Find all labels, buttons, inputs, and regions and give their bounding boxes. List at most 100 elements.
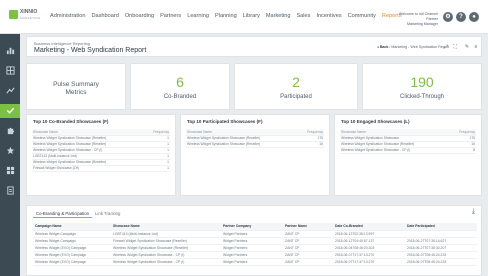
showcase-name-cell: Wireless Widget Syndication Showcase - C… [340, 147, 451, 154]
column-header[interactable]: Date Co-Branded [333, 223, 405, 231]
user-avatar-icon[interactable]: ● [469, 12, 479, 22]
user-line-1: Welcome to Intl Channel Partner [398, 12, 438, 21]
top-bar: XINNIO MARKETING Administration Dashboard… [0, 0, 488, 34]
export-icon[interactable]: ⤢ [442, 44, 450, 51]
top-engaged-panel: Top 10 Engaged Showcases (L) Showcase Nam… [334, 114, 482, 196]
star-icon [6, 146, 15, 157]
page-title: Marketing - Web Syndication Report [34, 47, 147, 54]
frequency-cell: 1 [143, 165, 170, 172]
sidebar-item-puzzle[interactable] [0, 124, 20, 138]
table-cell: ZANT CP [283, 258, 333, 266]
sidebar-item-line-chart[interactable] [0, 84, 20, 98]
tab-link-tracking[interactable]: Link Tracking [92, 210, 123, 218]
table-cell [405, 230, 477, 238]
showcase-name-cell: Wireless Widget Syndication Showcase (Re… [186, 141, 298, 148]
report-icon [6, 185, 15, 197]
sidebar-item-star[interactable] [0, 144, 20, 158]
nav-item-onboarding[interactable]: Onboarding [125, 13, 154, 19]
table-cell: Wireless Widget (EVO) Campaign [33, 251, 111, 259]
table-cell: Wireless Widget Campaign [33, 237, 111, 245]
sidebar-item-grid[interactable] [0, 64, 20, 78]
table-row[interactable]: Wireless Widget (EVO) Campaign Wireless W… [33, 244, 477, 252]
table-row[interactable]: Wireless Widget (EVO) Campaign Wireless W… [33, 251, 477, 259]
frequency-cell: 15 [297, 141, 324, 148]
menu-icon[interactable]: ≡ [472, 44, 480, 51]
detail-section: Co-Branding & Participation Link Tracking… [26, 205, 482, 276]
tab-co-branding-participation[interactable]: Co-Branding & Participation [33, 210, 93, 218]
table-cell: 2018-06-07T08:45:24.233 [405, 251, 477, 259]
table-row[interactable]: Wireless Widget Campaign Firewall Widget … [33, 237, 477, 245]
dashboard-icon [6, 166, 15, 177]
table-row[interactable]: Wireless Widget Syndication Showcase (Re… [186, 141, 324, 148]
table-row[interactable]: Wireless Widget Syndication Showcase - C… [340, 147, 476, 154]
sidebar-item-report[interactable] [0, 184, 20, 198]
table-cell: 2018-06-07T08:45:24.233 [405, 258, 477, 266]
back-path: / Marketing - Web Syndication Report [389, 45, 450, 49]
table-cell: ZANT CP [283, 251, 333, 259]
sidebar-item-chart[interactable] [0, 44, 20, 58]
panel-table: Showcase Name Frequency Wireless Widget Sy… [340, 129, 476, 154]
metric-label: Clicked-Through [399, 94, 445, 100]
detail-table: Campaign Name Showcase Name Partner Compan… [33, 223, 477, 266]
sidebar [0, 34, 20, 276]
expand-icon[interactable]: ⛶ [451, 44, 459, 51]
metric-value: 2 [292, 74, 300, 90]
column-header[interactable]: Campaign Name [33, 223, 111, 231]
panel-table: Showcase Name Frequency Wireless Widget Sy… [32, 129, 170, 172]
nav-item-partners[interactable]: Partners [160, 13, 181, 19]
table-cell: Wireless Widget Syndication Showcase (Re… [111, 244, 221, 252]
back-link[interactable]: ◂ Back / Marketing - Web Syndication Rep… [377, 45, 449, 49]
table-cell: Widget Partners [221, 251, 283, 259]
nav-item-dashboard[interactable]: Dashboard [91, 13, 118, 19]
detail-tabs: Co-Branding & Participation Link Tracking [33, 210, 123, 218]
panel-title: Top 10 Participated Showcases (F) [187, 119, 263, 124]
table-cell: Widget Partners [221, 244, 283, 252]
column-header[interactable]: Partner Company [221, 223, 283, 231]
logo-subtext: MARKETING [20, 16, 41, 20]
table-row[interactable]: Wireless Widget (EVO) Campaign Wireless W… [33, 258, 477, 266]
metric-clicked-through: 190 Clicked-Through [362, 63, 482, 110]
sidebar-item-dashboard[interactable] [0, 164, 20, 178]
logo[interactable]: XINNIO MARKETING [9, 10, 41, 24]
chart-icon [6, 46, 15, 57]
top-co-branded-panel: Top 10 Co-Branded Showcases (F) Showcase … [26, 114, 176, 196]
panel-table: Showcase Name Frequency Wireless Widget Sy… [186, 129, 324, 148]
table-cell: ZANT CP [283, 237, 333, 245]
table-cell: Wireless Widget (EVO) Campaign [33, 244, 111, 252]
line-chart-icon [5, 86, 15, 97]
nav-item-incentives[interactable]: Incentives [316, 13, 341, 19]
nav-item-planning[interactable]: Planning [215, 13, 237, 19]
metric-label: Participated [280, 94, 312, 100]
nav-item-community[interactable]: Community [348, 13, 376, 19]
nav-item-marketing[interactable]: Marketing [266, 13, 291, 19]
nav-item-library[interactable]: Library [243, 13, 260, 19]
nav-item-learning[interactable]: Learning [187, 13, 209, 19]
table-cell: 2018-06-13T02:35:13.997 [333, 230, 405, 238]
metric-value: 190 [410, 74, 434, 90]
edit-icon[interactable]: ✎ [463, 44, 471, 51]
table-row[interactable]: Wireless Widget Campaign LGBT413 (Multi-I… [33, 230, 477, 238]
column-header[interactable]: Partner Name [283, 223, 333, 231]
logo-text: XINNIO [20, 9, 38, 15]
user-info: Welcome to Intl Channel Partner Marketin… [388, 12, 438, 27]
metric-label: Co-Branded [163, 94, 197, 100]
showcase-name-cell: Firewall Widget Showcase (ZH) [32, 165, 144, 172]
breadcrumb[interactable]: Business Intelligence Reporting [34, 41, 90, 46]
table-cell: Widget Partners [221, 258, 283, 266]
column-header[interactable]: Showcase Name [111, 223, 221, 231]
table-cell: Wireless Widget Syndication Showcase - C… [111, 258, 221, 266]
settings-icon[interactable]: ⚙ [443, 12, 453, 22]
frequency-cell: 8 [450, 147, 476, 154]
help-icon[interactable]: ? [456, 12, 466, 22]
table-cell: 2018-06-07T17:37:13.270 [333, 251, 405, 259]
table-cell: Firewall Widget Syndication Showcase (Re… [111, 237, 221, 245]
download-icon[interactable]: ⤓ [472, 208, 475, 216]
column-header[interactable]: Date Participated [405, 223, 477, 231]
table-cell: Widget Partners [221, 237, 283, 245]
sidebar-item-check[interactable] [0, 104, 20, 118]
table-row[interactable]: Firewall Widget Showcase (ZH) 1 [32, 165, 170, 172]
table-cell: ZANT CP [283, 230, 333, 238]
nav-item-administration[interactable]: Administration [50, 13, 85, 19]
table-cell: Widget Partners [221, 230, 283, 238]
nav-item-sales[interactable]: Sales [296, 13, 310, 19]
